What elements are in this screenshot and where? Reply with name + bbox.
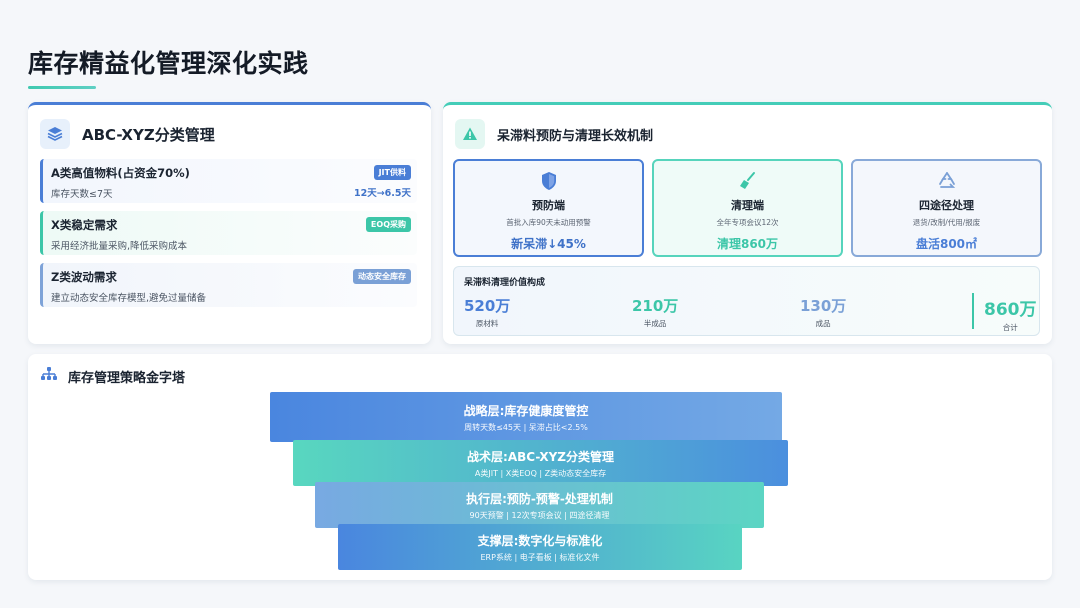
four-path-title: 四途径处理 [919, 199, 974, 212]
prevention-desc: 首批入库90天未动用预警 [506, 218, 591, 227]
hierarchy-icon [40, 366, 58, 386]
value-total: 860万 合计 [984, 295, 1037, 333]
value-semi-finished-num: 210万 [632, 297, 679, 315]
strategy-pyramid-card: 库存管理策略金字塔 战略层:库存健康度管控 周转天数≤45天 | 呆滞占比<2.… [28, 354, 1052, 580]
broom-icon [654, 171, 841, 191]
four-path-metric: 盘活800㎡ [915, 237, 978, 251]
pyramid-layer-execution: 执行层:预防-预警-处理机制 90天预警 | 12次专项会议 | 四途径清理 [315, 482, 764, 528]
class-x-name: X类稳定需求 [51, 218, 118, 232]
title-underline [28, 86, 96, 89]
value-total-num: 860万 [984, 300, 1037, 320]
clearance-desc: 全年专项会议12次 [716, 218, 779, 227]
class-z-item: Z类波动需求 建立动态安全库存模型,避免过量储备 动态安全库存 [40, 263, 417, 307]
slow-card-title: 呆滞料预防与清理长效机制 [497, 128, 654, 144]
abc-xyz-card: ABC-XYZ分类管理 A类高值物料(占资金70%) 库存天数≤7天 JIT供料… [28, 102, 431, 344]
value-finished-label: 成品 [815, 319, 831, 328]
warning-icon [455, 119, 485, 149]
value-total-label: 合计 [1002, 323, 1018, 332]
class-x-desc: 采用经济批量采购,降低采购成本 [51, 241, 188, 252]
execution-layer-title: 执行层:预防-预警-处理机制 [466, 492, 613, 506]
prevention-metric: 新呆滞↓45% [511, 237, 586, 251]
value-finished-num: 130万 [800, 297, 847, 315]
value-semi-finished: 210万 半成品 [632, 295, 678, 329]
clearance-phase: 清理端 全年专项会议12次 清理860万 [652, 159, 843, 257]
class-x-item: X类稳定需求 采用经济批量采购,降低采购成本 EOQ采购 [40, 211, 417, 255]
class-z-tag: 动态安全库存 [353, 269, 411, 284]
value-finished: 130万 成品 [800, 295, 846, 329]
class-a-days-change: 12天→6.5天 [353, 188, 411, 199]
class-x-tag: EOQ采购 [365, 217, 411, 232]
value-raw-material-label: 原材料 [475, 319, 499, 328]
abc-card-header: ABC-XYZ分类管理 [40, 119, 215, 149]
class-a-tag: JIT供料 [373, 165, 411, 180]
pyramid-title: 库存管理策略金字塔 [68, 370, 186, 386]
layers-icon [40, 119, 70, 149]
slow-moving-card: 呆滞料预防与清理长效机制 预防端 首批入库90天未动用预警 新呆滞↓45% 清理… [443, 102, 1052, 344]
strategic-layer-title: 战略层:库存健康度管控 [463, 404, 589, 418]
strategic-layer-desc: 周转天数≤45天 | 呆滞占比<2.5% [464, 423, 588, 432]
abc-card-title: ABC-XYZ分类管理 [82, 125, 215, 144]
value-semi-finished-label: 半成品 [643, 319, 667, 328]
page-title: 库存精益化管理深化实践 [28, 49, 309, 78]
pyramid-header: 库存管理策略金字塔 [40, 366, 185, 386]
prevention-title: 预防端 [532, 199, 565, 212]
slow-card-header: 呆滞料预防与清理长效机制 [455, 119, 653, 149]
execution-layer-desc: 90天预警 | 12次专项会议 | 四途径清理 [469, 511, 610, 520]
value-raw-material-num: 520万 [464, 297, 511, 315]
value-raw-material: 520万 原材料 [464, 295, 510, 329]
pyramid-layer-strategic: 战略层:库存健康度管控 周转天数≤45天 | 呆滞占比<2.5% [270, 392, 782, 442]
recycle-icon [853, 171, 1040, 191]
class-a-item: A类高值物料(占资金70%) 库存天数≤7天 JIT供料 12天→6.5天 [40, 159, 417, 203]
pyramid-layer-support: 支撑层:数字化与标准化 ERP系统 | 电子看板 | 标准化文件 [338, 524, 742, 570]
four-path-phase: 四途径处理 退货/改制/代用/报废 盘活800㎡ [851, 159, 1042, 257]
four-path-desc: 退货/改制/代用/报废 [912, 218, 981, 227]
support-layer-desc: ERP系统 | 电子看板 | 标准化文件 [480, 553, 600, 562]
pyramid-layer-tactical: 战术层:ABC-XYZ分类管理 A类JIT | X类EOQ | Z类动态安全库存 [293, 440, 788, 486]
prevention-phase: 预防端 首批入库90天未动用预警 新呆滞↓45% [453, 159, 644, 257]
class-a-name: A类高值物料(占资金70%) [51, 166, 190, 180]
value-divider [972, 293, 974, 329]
value-title: 呆滞料清理价值构成 [464, 278, 546, 288]
clearance-title: 清理端 [731, 199, 764, 212]
support-layer-title: 支撑层:数字化与标准化 [477, 534, 603, 548]
tactical-layer-desc: A类JIT | X类EOQ | Z类动态安全库存 [474, 469, 607, 478]
clearance-metric: 清理860万 [716, 237, 779, 251]
shield-icon [455, 171, 642, 191]
tactical-layer-title: 战术层:ABC-XYZ分类管理 [467, 450, 614, 464]
value-composition: 呆滞料清理价值构成 520万 原材料 210万 半成品 130万 成品 860万… [453, 266, 1040, 336]
class-z-desc: 建立动态安全库存模型,避免过量储备 [51, 293, 207, 304]
